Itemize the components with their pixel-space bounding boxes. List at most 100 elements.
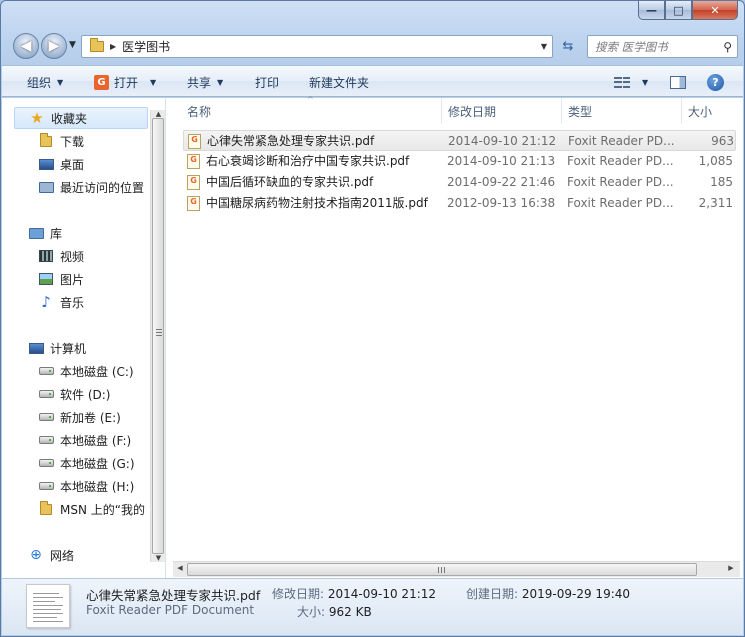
details-pane: 心律失常紧急处理专家共识.pdf Foxit Reader PDF Docume… <box>2 578 743 635</box>
column-label: 修改日期 <box>448 104 497 119</box>
arrow-right-icon: ▶ <box>48 38 60 54</box>
navigation-pane: ★ 收藏夹 下载 桌面 最近访问的位置 库 视频 图片 ♪ 音乐 计算机 本地磁… <box>2 98 166 578</box>
recent-places-icon <box>38 179 54 195</box>
command-bar: 组织 ▼ G 打开 ▼ 共享 ▼ 打印 新建文件夹 ▼ ? <box>2 65 743 97</box>
foxit-reader-icon: G <box>94 74 109 90</box>
details-size-label: 大小: <box>297 605 326 619</box>
nav-label: 计算机 <box>50 341 87 356</box>
scroll-down-arrow[interactable]: ▼ <box>151 552 166 564</box>
column-header-size[interactable]: 大小 <box>682 98 742 124</box>
file-name: 中国后循环缺血的专家共识.pdf <box>206 175 374 189</box>
computer-icon <box>28 340 44 356</box>
back-button[interactable]: ◀ <box>13 33 39 59</box>
details-modified-label: 修改日期: <box>272 587 325 601</box>
nav-favorites[interactable]: ★ 收藏夹 <box>14 107 148 129</box>
column-label: 名称 <box>187 104 212 119</box>
organize-label: 组织 <box>27 75 52 90</box>
scroll-right-arrow[interactable]: ▶ <box>725 564 737 572</box>
nav-label: 收藏夹 <box>51 111 88 126</box>
nav-label: 图片 <box>60 272 85 287</box>
chevron-down-icon[interactable]: ▼ <box>150 78 156 87</box>
file-date: 2012-09-13 16:38 <box>447 196 556 210</box>
table-row[interactable]: G 右心衰竭诊断和治疗中国专家共识.pdf 2014-09-10 21:13 Fo… <box>183 151 736 172</box>
table-row[interactable]: G 中国后循环缺血的专家共识.pdf 2014-09-22 21:46 Foxit… <box>183 172 736 193</box>
new-folder-button[interactable]: 新建文件夹 <box>309 66 369 98</box>
column-label: 大小 <box>688 104 713 119</box>
file-date: 2014-09-10 21:12 <box>448 134 557 148</box>
search-icon[interactable]: ⚲ <box>723 40 732 54</box>
pdf-file-icon: G <box>187 196 200 211</box>
address-bar[interactable]: ▶ 医学图书 ▼ <box>81 35 553 58</box>
details-created-value: 2019-09-29 19:40 <box>521 587 631 601</box>
preview-pane-icon <box>670 75 686 89</box>
help-icon: ? <box>707 73 724 91</box>
table-row[interactable]: G 心律失常紧急处理专家共识.pdf 2014-09-10 21:12 Foxit… <box>183 130 736 151</box>
chevron-down-icon[interactable]: ▼ <box>642 78 648 87</box>
details-file-type: Foxit Reader PDF Document <box>86 603 255 617</box>
change-view-button[interactable]: ▼ <box>614 66 648 98</box>
maximize-button[interactable]: □ <box>665 1 692 20</box>
column-label: 类型 <box>568 104 593 119</box>
caption-buttons: — □ ✕ <box>638 1 738 20</box>
nav-label: 新加卷 (E:) <box>60 410 121 425</box>
column-header-type[interactable]: 类型 <box>562 98 682 124</box>
share-button[interactable]: 共享 ▼ <box>187 66 223 98</box>
view-details-icon <box>614 76 630 88</box>
close-button[interactable]: ✕ <box>692 1 738 20</box>
navigation-row: ◀ ▶ ▼ ▶ 医学图书 ▼ ⇆ ⚲ <box>9 31 738 61</box>
open-button[interactable]: G 打开 ▼ <box>94 66 156 98</box>
drive-icon <box>38 455 54 471</box>
refresh-icon: ⇆ <box>562 39 574 54</box>
minimize-button[interactable]: — <box>638 1 665 20</box>
file-thumbnail <box>26 584 70 628</box>
new-folder-label: 新建文件夹 <box>309 75 370 90</box>
nav-label: 视频 <box>60 249 85 264</box>
details-file-name: 心律失常紧急处理专家共识.pdf <box>86 588 261 603</box>
forward-button[interactable]: ▶ <box>41 33 67 59</box>
content-area: ★ 收藏夹 下载 桌面 最近访问的位置 库 视频 图片 ♪ 音乐 计算机 本地磁… <box>2 95 743 578</box>
chevron-down-icon: ▼ <box>217 77 224 87</box>
share-label: 共享 <box>187 75 212 90</box>
print-button[interactable]: 打印 <box>255 66 279 98</box>
nav-label: 本地磁盘 (G:) <box>60 456 135 471</box>
scroll-left-arrow[interactable]: ◀ <box>174 564 186 572</box>
picture-icon <box>38 271 54 287</box>
preview-pane-button[interactable] <box>670 66 686 98</box>
table-row[interactable]: G 中国糖尿病药物注射技术指南2011版.pdf 2012-09-13 16:38… <box>183 193 736 214</box>
nav-label: 最近访问的位置 <box>60 180 145 195</box>
refresh-button[interactable]: ⇆ <box>557 35 579 58</box>
file-name: 心律失常紧急处理专家共识.pdf <box>207 134 375 148</box>
drive-icon <box>38 478 54 494</box>
address-dropdown-icon[interactable]: ▼ <box>536 42 552 51</box>
arrow-left-icon: ◀ <box>20 38 32 54</box>
horizontal-scrollbar-thumb[interactable] <box>187 563 697 576</box>
nav-scrollbar[interactable]: ▲ ▼ <box>150 110 165 562</box>
organize-button[interactable]: 组织 ▼ <box>27 66 63 98</box>
file-type: Foxit Reader PD... <box>567 154 674 168</box>
nav-label: 桌面 <box>60 157 85 172</box>
nav-msn[interactable]: MSN 上的“我的 <box>38 498 150 520</box>
file-date: 2014-09-10 21:13 <box>447 154 556 168</box>
library-icon <box>28 225 44 241</box>
file-type: Foxit Reader PD... <box>567 196 674 210</box>
print-label: 打印 <box>255 75 280 90</box>
file-date: 2014-09-22 21:46 <box>447 175 556 189</box>
recent-pages-dropdown[interactable]: ▼ <box>69 40 76 50</box>
help-button[interactable]: ? <box>707 66 724 98</box>
details-size-value: 962 KB <box>328 605 372 619</box>
nav-label: MSN 上的“我的 <box>60 502 145 517</box>
list-horizontal-scrollbar[interactable]: ◀ ▶ <box>173 561 740 577</box>
column-header-date[interactable]: 修改日期 <box>442 98 562 124</box>
breadcrumb-current[interactable]: 医学图书 <box>122 38 170 55</box>
nav-scrollbar-thumb[interactable] <box>152 118 164 554</box>
search-box[interactable]: ⚲ <box>587 35 738 58</box>
music-note-icon: ♪ <box>41 293 51 311</box>
file-type: Foxit Reader PD... <box>568 134 675 148</box>
system-drive-icon <box>38 363 54 379</box>
file-size: 185 <box>710 175 733 189</box>
search-input[interactable] <box>595 39 705 54</box>
file-type: Foxit Reader PD... <box>567 175 674 189</box>
breadcrumb-separator-icon[interactable]: ▶ <box>110 42 116 51</box>
column-header-name[interactable]: 名称 <box>181 98 442 124</box>
file-size: 963 <box>711 134 734 148</box>
